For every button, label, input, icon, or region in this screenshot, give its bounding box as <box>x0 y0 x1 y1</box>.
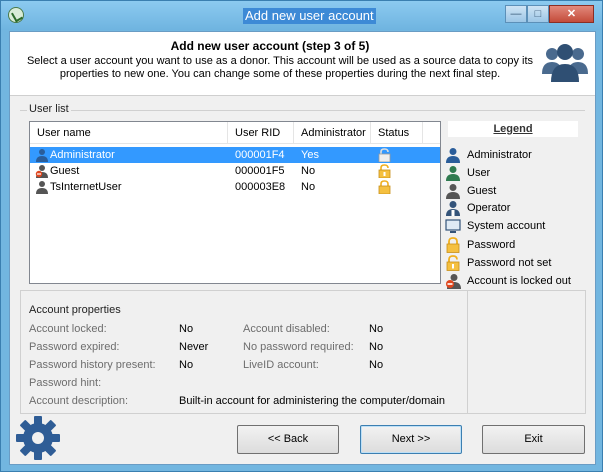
locked-out-icon <box>446 274 461 289</box>
users-group-icon <box>542 44 588 82</box>
legend-label: System account <box>467 220 546 232</box>
user-list[interactable]: User name User RID Administrator Status … <box>29 121 441 284</box>
password-not-set-icon <box>378 164 391 178</box>
legend-label: Password not set <box>467 257 552 269</box>
legend-label: User <box>467 167 491 179</box>
guest-icon <box>36 181 48 194</box>
guest-icon <box>446 184 460 199</box>
app-icon <box>8 7 24 23</box>
password-icon <box>378 180 391 194</box>
client-area: Add new user account (step 3 of 5) Selec… <box>9 31 596 465</box>
legend-panel: Legend Administrator User Guest Operator… <box>443 119 581 289</box>
column-header-user-name[interactable]: User name <box>30 122 228 144</box>
legend-label: Operator <box>467 202 511 214</box>
account-locked-label: Account locked: <box>29 323 107 335</box>
close-button[interactable]: ✕ <box>549 5 594 23</box>
window-title: Add new user account <box>243 8 376 24</box>
account-properties-side-panel <box>467 290 586 414</box>
password-expired-label: Password expired: <box>29 341 120 353</box>
step-title: Add new user account (step 3 of 5) <box>170 39 370 53</box>
administrator-cell: Yes <box>301 149 319 161</box>
password-history-value: No <box>179 359 194 371</box>
column-header-administrator[interactable]: Administrator <box>294 122 371 144</box>
liveid-account-label: LiveID account: <box>243 359 319 371</box>
no-password-required-label: No password required: <box>243 341 354 353</box>
exit-button[interactable]: Exit <box>482 425 585 454</box>
account-disabled-value: No <box>369 323 384 335</box>
legend-label: Guest <box>467 185 497 197</box>
liveid-account-value: No <box>369 359 384 371</box>
title-bar[interactable]: Add new user account — □ ✕ <box>1 1 602 30</box>
operator-icon <box>446 201 460 216</box>
administrator-cell: No <box>301 165 316 177</box>
table-row[interactable]: Guest 000001F5 No <box>30 163 440 179</box>
administrator-icon <box>446 148 460 163</box>
password-not-set-icon <box>378 148 391 162</box>
administrator-cell: No <box>301 181 316 193</box>
account-properties-group-label: Account properties <box>27 304 123 316</box>
account-description-value: Built-in account for administering the c… <box>179 395 445 407</box>
minimize-button[interactable]: — <box>505 5 527 23</box>
table-row[interactable]: Administrator 000001F4 Yes <box>30 147 440 163</box>
password-history-label: Password history present: <box>29 359 156 371</box>
password-expired-value: Never <box>179 341 209 353</box>
legend-label: Administrator <box>467 149 532 161</box>
app-window: Add new user account — □ ✕ Add new user … <box>0 0 603 472</box>
password-not-set-icon <box>446 255 460 271</box>
account-disabled-label: Account disabled: <box>243 323 330 335</box>
wizard-header: Add new user account (step 3 of 5) Selec… <box>10 32 595 96</box>
user-icon <box>446 166 460 181</box>
legend-label: Password <box>467 239 516 251</box>
user-rid-cell: 000003E8 <box>235 181 286 193</box>
user-name-cell: TsInternetUser <box>50 181 122 193</box>
step-description: Select a user account you want to use as… <box>26 55 534 80</box>
account-locked-value: No <box>179 323 194 335</box>
user-rid-cell: 000001F5 <box>235 165 285 177</box>
password-icon <box>446 237 460 253</box>
user-list-group-label: User list <box>27 103 71 115</box>
maximize-button[interactable]: □ <box>527 5 549 23</box>
table-row[interactable]: TsInternetUser 000003E8 No <box>30 179 440 195</box>
user-name-cell: Guest <box>50 165 80 177</box>
user-rid-cell: 000001F4 <box>235 149 285 161</box>
account-description-label: Account description: <box>29 395 129 407</box>
system-account-icon <box>445 219 461 233</box>
next-button[interactable]: Next >> <box>360 425 462 454</box>
legend-label: Account is locked out <box>467 275 571 287</box>
gear-icon <box>16 416 60 460</box>
legend-title: Legend <box>448 121 578 137</box>
column-header-status[interactable]: Status <box>371 122 423 144</box>
user-list-divider <box>20 110 585 111</box>
guest-locked-icon <box>35 165 48 178</box>
user-name-cell: Administrator <box>50 149 115 161</box>
no-password-required-value: No <box>369 341 384 353</box>
password-hint-label: Password hint: <box>29 377 102 389</box>
user-list-header: User name User RID Administrator Status <box>30 122 440 144</box>
column-header-user-rid[interactable]: User RID <box>228 122 294 144</box>
administrator-icon <box>36 149 48 162</box>
back-button[interactable]: << Back <box>237 425 339 454</box>
